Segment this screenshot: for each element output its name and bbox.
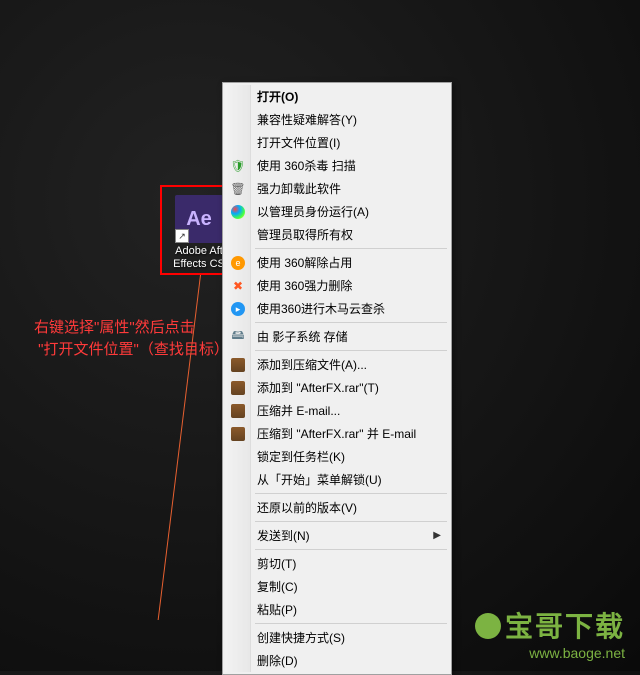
delete-icon: ✖ [230, 278, 246, 294]
menu-shadow-save[interactable]: 🖴由 影子系统 存储 [225, 325, 449, 348]
menu-360-release[interactable]: e使用 360解除占用 [225, 251, 449, 274]
rar-icon [230, 357, 246, 373]
menu-take-ownership[interactable]: 管理员取得所有权 [225, 223, 449, 246]
menu-open[interactable]: 打开(O) [225, 85, 449, 108]
context-menu: 打开(O) 兼容性疑难解答(Y) 打开文件位置(I) 🛡使用 360杀毒 扫描 … [222, 82, 452, 675]
menu-separator [255, 322, 447, 323]
disk-icon: 🖴 [230, 329, 246, 345]
rar-icon [230, 380, 246, 396]
annotation-leader-line [158, 275, 201, 620]
desktop-shortcut-ae[interactable]: Ae ↗ Adobe Aft Effects CS [170, 195, 228, 271]
menu-open-file-location[interactable]: 打开文件位置(I) [225, 131, 449, 154]
menu-360-force-delete[interactable]: ✖使用 360强力删除 [225, 274, 449, 297]
360-icon: e [230, 255, 246, 271]
menu-restore-versions[interactable]: 还原以前的版本(V) [225, 496, 449, 519]
menu-send-to[interactable]: 发送到(N)▶ [225, 524, 449, 547]
menu-separator [255, 248, 447, 249]
menu-delete[interactable]: 删除(D) [225, 649, 449, 672]
menu-create-shortcut[interactable]: 创建快捷方式(S) [225, 626, 449, 649]
menu-cut[interactable]: 剪切(T) [225, 552, 449, 575]
annotation-text: 右键选择"属性"然后点击 "打开文件位置"（查找目标） [34, 317, 229, 361]
rar-icon [230, 426, 246, 442]
menu-scan-360[interactable]: 🛡使用 360杀毒 扫描 [225, 154, 449, 177]
menu-add-to-rar[interactable]: 添加到 "AfterFX.rar"(T) [225, 376, 449, 399]
menu-unpin-start[interactable]: 从「开始」菜单解锁(U) [225, 468, 449, 491]
menu-force-uninstall[interactable]: 🗑强力卸载此软件 [225, 177, 449, 200]
shield-icon: 🛡 [230, 158, 246, 174]
ae-icon: Ae ↗ [175, 195, 223, 243]
watermark-text: 宝哥下载 [505, 611, 625, 642]
menu-separator [255, 549, 447, 550]
trash-icon: 🗑 [230, 181, 246, 197]
cloud-scan-icon: ▸ [230, 301, 246, 317]
watermark-logo-icon [475, 613, 501, 639]
menu-compat-troubleshoot[interactable]: 兼容性疑难解答(Y) [225, 108, 449, 131]
menu-copy[interactable]: 复制(C) [225, 575, 449, 598]
menu-run-as-admin[interactable]: 以管理员身份运行(A) [225, 200, 449, 223]
menu-pin-taskbar[interactable]: 锁定到任务栏(K) [225, 445, 449, 468]
shortcut-arrow-icon: ↗ [175, 229, 189, 243]
menu-separator [255, 493, 447, 494]
menu-compress-rar-email[interactable]: 压缩到 "AfterFX.rar" 并 E-mail [225, 422, 449, 445]
rar-icon [230, 403, 246, 419]
menu-separator [255, 623, 447, 624]
menu-add-archive[interactable]: 添加到压缩文件(A)... [225, 353, 449, 376]
watermark-url: www.baoge.net [475, 645, 625, 661]
menu-360-trojan-scan[interactable]: ▸使用360进行木马云查杀 [225, 297, 449, 320]
menu-separator [255, 350, 447, 351]
menu-paste[interactable]: 粘贴(P) [225, 598, 449, 621]
menu-separator [255, 521, 447, 522]
submenu-arrow-icon: ▶ [433, 530, 441, 541]
admin-icon [230, 204, 246, 220]
desktop-icon-label: Adobe Aft Effects CS [170, 245, 228, 271]
watermark: 宝哥下载 www.baoge.net [475, 605, 625, 661]
menu-compress-email[interactable]: 压缩并 E-mail... [225, 399, 449, 422]
